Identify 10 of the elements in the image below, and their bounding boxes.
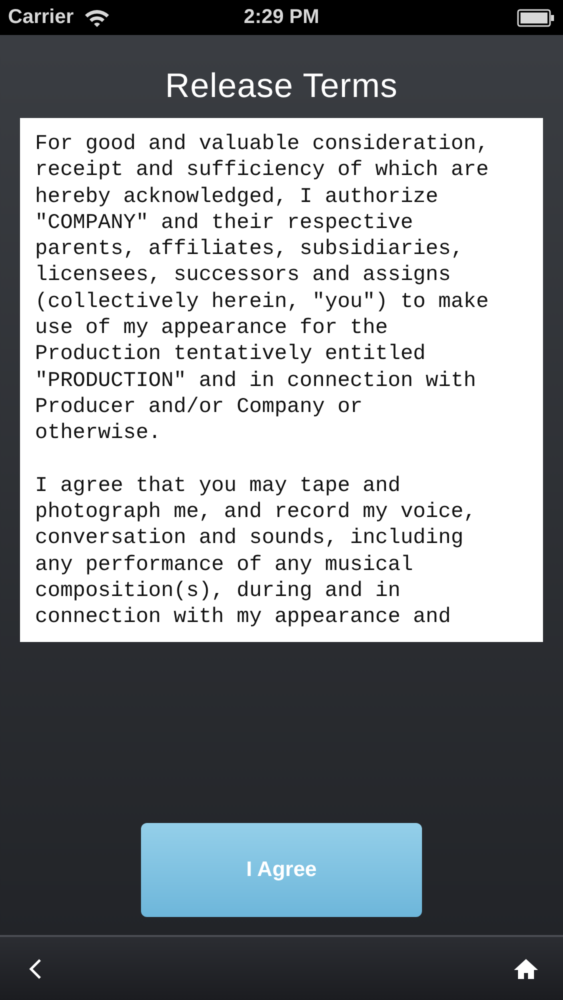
terms-paragraph: I agree that you may tape and photograph me, and record my voice, conversation and sounds, including any performance of any musical composition(s), during and in connection with my appearance and: [35, 474, 478, 632]
wifi-icon: [84, 8, 110, 26]
screen-title: Release Terms: [164, 67, 399, 106]
carrier-name: Carrier: [8, 6, 74, 29]
agree-button[interactable]: I Agree: [141, 823, 422, 917]
home-icon[interactable]: [513, 958, 539, 980]
terms-paragraph: For good and valuable consideration, receipt and sufficiency of which are hereby acknowledged, I authorize "COMPANY" and their respective parents, affiliates, subsidiaries, licensees, successors and assigns (collectively herein, "you") to make use of my appearance for the Production tentatively entitled "PRODUCTION" and in connection with Producer and/or Company or otherwise.: [35, 132, 490, 448]
clock-time: 2:29 PM: [242, 6, 320, 29]
battery-icon: [517, 8, 555, 26]
back-icon[interactable]: [28, 958, 42, 980]
